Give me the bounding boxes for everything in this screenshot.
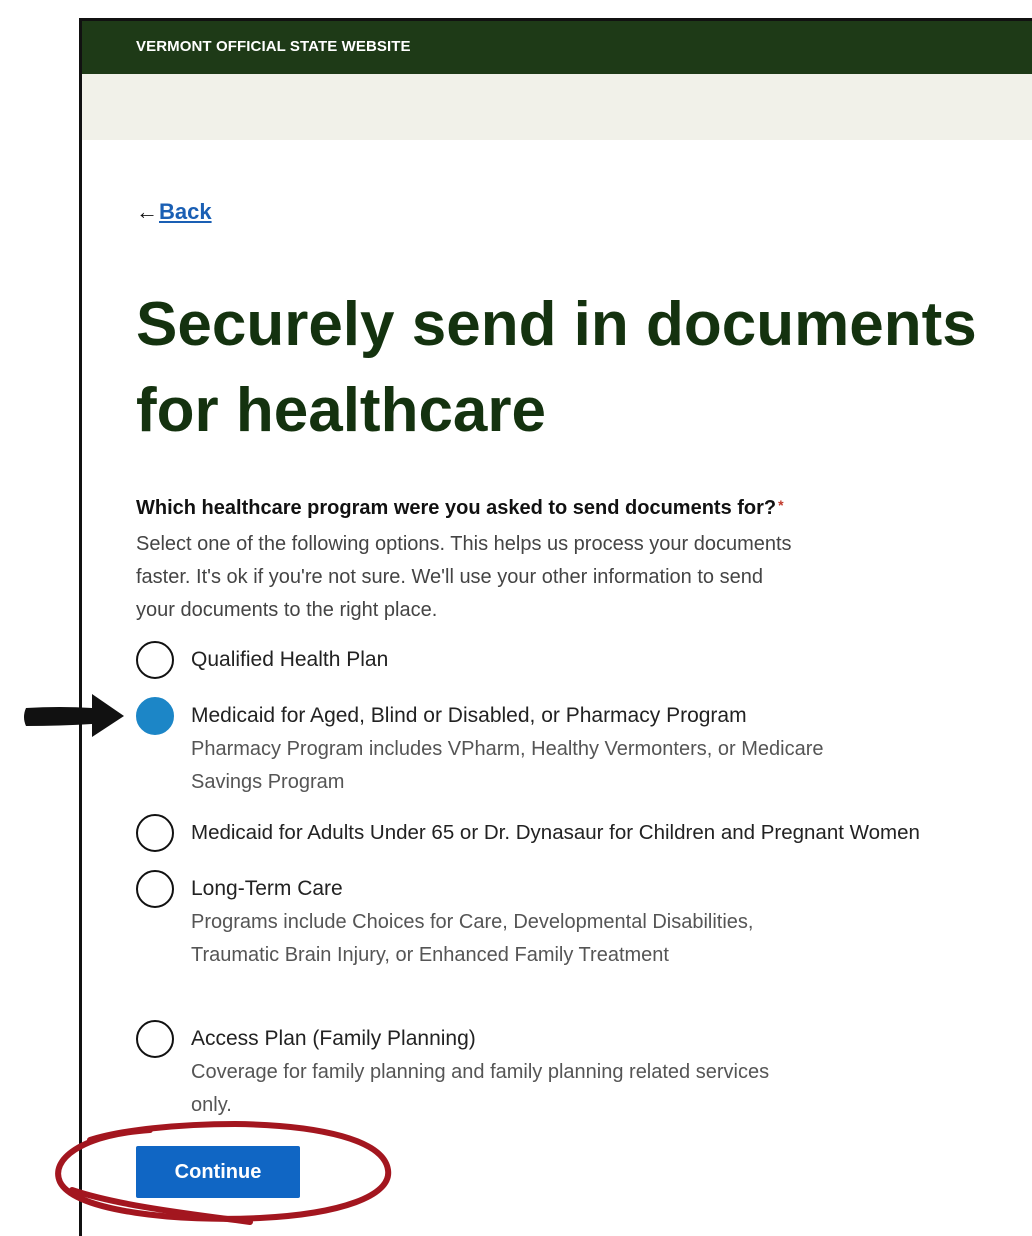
option-label: Qualified Health Plan xyxy=(191,648,389,671)
radio-button[interactable] xyxy=(136,641,174,679)
help-text: Select one of the following options. Thi… xyxy=(136,533,792,621)
question-text: Which healthcare program were you asked … xyxy=(136,497,777,519)
option-label: Access Plan (Family Planning) xyxy=(191,1027,476,1050)
back-link-label[interactable]: Back xyxy=(159,199,212,225)
page-title-text: Securely send in documents for healthcar… xyxy=(136,290,977,445)
option-label: Long-Term Care xyxy=(191,877,343,900)
page-title: Securely send in documents for healthcar… xyxy=(136,282,1032,454)
radio-button-selected[interactable] xyxy=(136,697,174,735)
banner-text: VERMONT OFFICIAL STATE WEBSITE xyxy=(136,38,411,55)
official-banner: VERMONT OFFICIAL STATE WEBSITE xyxy=(82,21,1032,74)
option-description: Coverage for family planning and family … xyxy=(191,1061,770,1116)
radio-button[interactable] xyxy=(136,870,174,908)
option-description: Pharmacy Program includes VPharm, Health… xyxy=(191,738,824,793)
frame-border-left xyxy=(79,18,82,1236)
option-label: Medicaid for Adults Under 65 or Dr. Dyna… xyxy=(191,821,920,844)
back-arrow-icon: ← xyxy=(136,199,158,224)
site-header xyxy=(82,74,1032,140)
option-label: Medicaid for Aged, Blind or Disabled, or… xyxy=(191,704,747,727)
radio-button[interactable] xyxy=(136,814,174,852)
radio-button[interactable] xyxy=(136,1020,174,1058)
required-indicator: * xyxy=(778,497,784,513)
question-label: Which healthcare program were you asked … xyxy=(136,497,784,520)
pointer-arrow-icon xyxy=(24,694,124,737)
back-link[interactable]: ← Back xyxy=(136,199,212,225)
option-description: Programs include Choices for Care, Devel… xyxy=(191,911,754,966)
continue-button[interactable]: Continue xyxy=(136,1146,300,1198)
